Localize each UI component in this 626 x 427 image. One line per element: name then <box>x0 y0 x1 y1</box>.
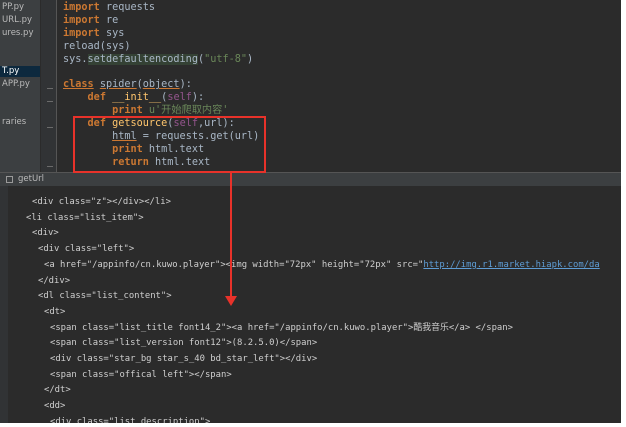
code-line: sys.setdefaultencoding("utf-8") <box>63 53 259 67</box>
fold-marker[interactable] <box>47 166 53 167</box>
console-output: <div class="z"></div></li> <li class="lis… <box>20 195 600 423</box>
string-literal: u'开始爬取内容' <box>142 105 229 117</box>
code-line: class spider(object): <box>63 79 259 92</box>
output-line: </dt> <box>44 385 71 396</box>
code-text: sys. <box>63 53 88 65</box>
code-text: re <box>99 14 119 26</box>
output-line: <div class="z"></div></li> <box>32 197 171 207</box>
output-line: <div class="left"> <box>38 244 135 255</box>
code-line: import requests <box>63 2 259 15</box>
code-text: sys <box>99 27 125 39</box>
sidebar-file-ures[interactable]: ures.py <box>2 28 33 38</box>
output-line: </div> <box>38 275 71 286</box>
code-line: import re <box>63 15 259 28</box>
editor-gutter <box>41 0 56 172</box>
sidebar-file-pp[interactable]: PP.py <box>2 2 24 12</box>
output-line: <span class="offical left"></span> <box>50 369 232 380</box>
fold-marker[interactable] <box>47 101 53 102</box>
output-line: <a href="/appinfo/cn.kuwo.player"><img w… <box>20 258 600 274</box>
project-sidebar: PP.py URL.py ures.py T.py APP.py raries <box>0 0 41 172</box>
code-line: import sys <box>63 28 259 41</box>
code-text: ) <box>247 53 254 65</box>
keyword: import <box>63 27 100 39</box>
output-line: <dl class="list_content"> <box>38 291 172 302</box>
sidebar-file-app[interactable]: APP.py <box>2 79 30 89</box>
output-line: <span class="list_title font14_2"><a hre… <box>50 322 513 333</box>
code-text: ): <box>179 79 192 91</box>
run-config-title: getUrl <box>18 174 45 184</box>
annotation-box <box>73 116 266 173</box>
output-line: <dd> <box>44 401 66 412</box>
keyword: def <box>87 92 106 104</box>
output-line: <div> <box>32 228 59 239</box>
class-name: spider <box>99 79 137 91</box>
self-param: self <box>167 92 192 104</box>
editor-divider <box>56 0 57 172</box>
output-line: <dt> <box>44 306 66 317</box>
code-text: reload(sys) <box>63 40 131 52</box>
ide-window: PP.py URL.py ures.py T.py APP.py raries … <box>0 0 621 423</box>
output-line: <div class="list_description"> <box>50 416 211 423</box>
highlighted-call: setdefaultencoding <box>87 53 198 65</box>
method-name: __init__ <box>112 92 162 104</box>
keyword: import <box>63 14 100 26</box>
output-gutter <box>0 186 8 423</box>
code-line: reload(sys) <box>63 41 259 54</box>
sidebar-file-t-selected[interactable]: T.py <box>0 66 40 77</box>
fold-marker[interactable] <box>47 88 53 89</box>
string-literal: "utf-8" <box>204 53 248 65</box>
sidebar-file-url[interactable]: URL.py <box>2 15 32 25</box>
fold-marker[interactable] <box>47 127 53 128</box>
annotation-arrow-line <box>230 172 232 298</box>
output-line: <div class="star_bg star_s_40 bd_star_le… <box>50 354 318 365</box>
sidebar-libraries[interactable]: raries <box>2 117 26 127</box>
output-text: <a href="/appinfo/cn.kuwo.player"><img w… <box>44 259 424 270</box>
base-class: object <box>142 79 180 91</box>
code-text: ): <box>191 92 205 104</box>
code-line: def __init__(self): <box>63 92 259 105</box>
arrow-down-icon <box>225 296 237 306</box>
keyword: import <box>63 2 100 13</box>
image-url-link[interactable]: http://img.r1.market.hiapk.com/da <box>423 260 599 270</box>
output-line: <span class="list_version font12">(8.2.5… <box>50 338 318 349</box>
code-text: requests <box>99 2 156 13</box>
keyword: class <box>63 79 94 91</box>
keyword: print <box>112 105 143 117</box>
run-tool-window-header[interactable]: getUrl <box>0 172 621 186</box>
run-icon <box>6 176 13 183</box>
output-line: <li class="list_item"> <box>26 212 144 223</box>
